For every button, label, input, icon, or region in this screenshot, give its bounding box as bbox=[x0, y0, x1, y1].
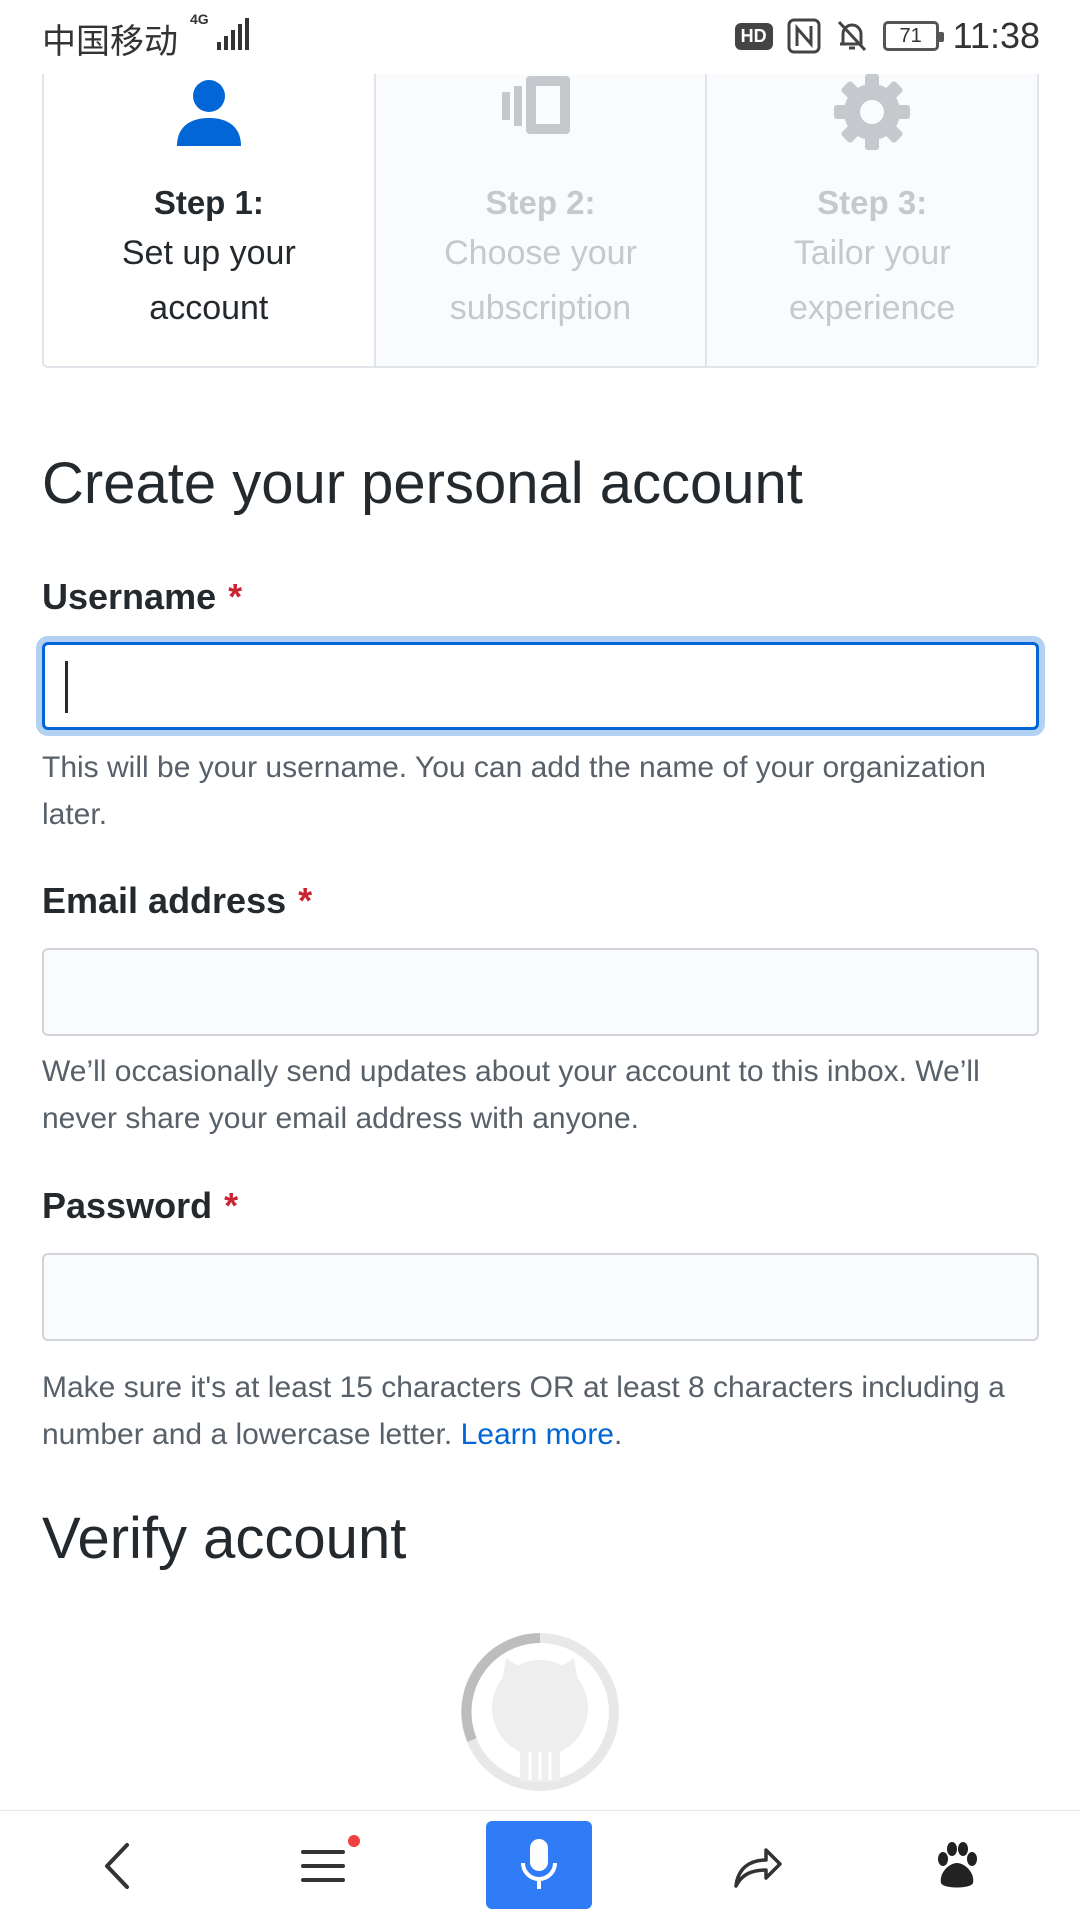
share-icon bbox=[734, 1848, 782, 1888]
username-label-text: Username bbox=[42, 576, 217, 617]
step-1: Step 1: Set up your account bbox=[44, 74, 376, 366]
email-note: We’ll occasionally send updates about yo… bbox=[42, 1055, 980, 1135]
password-note: Make sure it's at least 15 characters OR… bbox=[42, 1364, 1042, 1458]
text-caret bbox=[65, 661, 68, 713]
status-bar: 中国移动 4G HD 71 11:38 bbox=[0, 0, 1080, 74]
step-2-title: Step 2: bbox=[485, 184, 596, 221]
required-mark: * bbox=[298, 880, 313, 921]
password-label-text: Password bbox=[42, 1185, 213, 1226]
gear-icon bbox=[834, 74, 911, 150]
share-button[interactable] bbox=[712, 1821, 802, 1911]
signup-steps: Step 1: Set up your account Step 2: Choo… bbox=[42, 74, 1039, 368]
notification-dot bbox=[348, 1835, 360, 1847]
octocat-loading-icon bbox=[461, 1633, 619, 1791]
battery-indicator: 71 bbox=[882, 21, 944, 51]
mute-bell-icon bbox=[837, 20, 866, 52]
network-type: 4G bbox=[190, 11, 209, 27]
back-icon bbox=[105, 1843, 129, 1889]
voice-search-button[interactable] bbox=[486, 1821, 592, 1909]
verify-heading: Verify account bbox=[42, 1506, 407, 1571]
required-mark: * bbox=[228, 576, 243, 617]
hd-badge: HD bbox=[734, 22, 773, 50]
step-2-desc: Choose your subscription bbox=[444, 234, 637, 327]
username-input[interactable] bbox=[42, 642, 1039, 730]
password-input[interactable] bbox=[42, 1253, 1039, 1341]
step-1-desc: Set up your account bbox=[121, 234, 296, 327]
email-label: Email address * bbox=[42, 880, 312, 922]
browser-bottom-nav bbox=[0, 1810, 1080, 1920]
required-mark: * bbox=[224, 1185, 239, 1226]
person-icon bbox=[176, 80, 241, 146]
battery-level: 71 bbox=[899, 24, 922, 47]
menu-button[interactable] bbox=[278, 1821, 368, 1911]
step-3-desc: Tailor your experience bbox=[789, 234, 956, 327]
microphone-icon bbox=[521, 1839, 557, 1889]
password-note-period: . bbox=[614, 1418, 623, 1451]
menu-icon bbox=[301, 1850, 345, 1882]
clock: 11:38 bbox=[952, 15, 1040, 56]
username-label: Username * bbox=[42, 576, 242, 618]
nfc-icon bbox=[787, 18, 821, 54]
password-label: Password * bbox=[42, 1185, 238, 1227]
step-3: Step 3: Tailor your experience bbox=[707, 74, 1038, 366]
email-input[interactable] bbox=[42, 948, 1039, 1036]
username-note: This will be your username. You can add … bbox=[42, 751, 986, 831]
subscription-icon bbox=[501, 76, 570, 134]
step-3-title: Step 3: bbox=[817, 184, 928, 221]
baidu-button[interactable] bbox=[912, 1821, 1002, 1911]
back-button[interactable] bbox=[72, 1821, 162, 1911]
page-title: Create your personal account bbox=[42, 451, 803, 516]
learn-more-link[interactable]: Learn more bbox=[461, 1418, 614, 1451]
email-label-text: Email address bbox=[42, 880, 287, 921]
step-1-title: Step 1: bbox=[153, 184, 264, 221]
signal-icon bbox=[217, 18, 249, 50]
baidu-icon bbox=[938, 1842, 977, 1888]
carrier-name: 中国移动 bbox=[42, 23, 178, 61]
step-2: Step 2: Choose your subscription bbox=[375, 74, 708, 366]
